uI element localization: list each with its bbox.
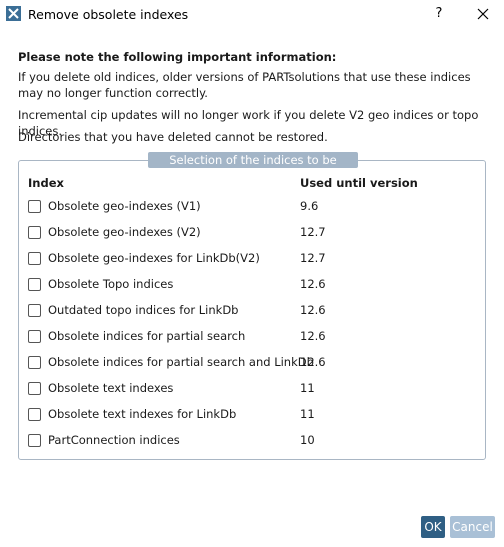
index-label: Obsolete text indexes <box>48 381 174 395</box>
index-label: Obsolete text indexes for LinkDb <box>48 407 237 421</box>
version-value: 12.7 <box>300 251 326 265</box>
index-row[interactable]: Obsolete geo-indexes (V1) 9.6 <box>28 197 478 217</box>
checkbox[interactable] <box>28 226 41 239</box>
version-value: 12.7 <box>300 225 326 239</box>
index-label: Obsolete geo-indexes for LinkDb(V2) <box>48 251 260 265</box>
column-header-version: Used until version <box>300 176 418 190</box>
index-row[interactable]: Obsolete indices for partial search 12.6 <box>28 327 478 347</box>
notice-line-1: If you delete old indices, older version… <box>18 70 471 100</box>
index-label: Obsolete indices for partial search <box>48 329 246 343</box>
checkbox[interactable] <box>28 304 41 317</box>
index-row[interactable]: Obsolete indices for partial search and … <box>28 353 478 373</box>
checkbox[interactable] <box>28 278 41 291</box>
ok-button[interactable]: OK <box>421 516 445 538</box>
version-value: 12.6 <box>300 303 326 317</box>
version-value: 11 <box>300 407 315 421</box>
cancel-button[interactable]: Cancel <box>450 516 495 538</box>
version-value: 12.6 <box>300 277 326 291</box>
index-row[interactable]: Obsolete Topo indices 12.6 <box>28 275 478 295</box>
checkbox[interactable] <box>28 408 41 421</box>
index-row[interactable]: Outdated topo indices for LinkDb 12.6 <box>28 301 478 321</box>
group-title: Selection of the indices to be deleted <box>148 152 358 183</box>
window-title: Remove obsolete indexes <box>28 7 189 22</box>
version-value: 9.6 <box>300 199 319 213</box>
index-label: Obsolete geo-indexes (V1) <box>48 199 201 213</box>
checkbox[interactable] <box>28 200 41 213</box>
index-label: Obsolete Topo indices <box>48 277 174 291</box>
index-label: Obsolete indices for partial search and … <box>48 355 314 369</box>
notice-line-3: Directories that you have deleted cannot… <box>18 130 328 144</box>
column-header-index: Index <box>28 176 64 190</box>
index-row[interactable]: Obsolete geo-indexes (V2) 12.7 <box>28 223 478 243</box>
version-value: 12.6 <box>300 355 326 369</box>
index-label: Obsolete geo-indexes (V2) <box>48 225 201 239</box>
index-row[interactable]: Obsolete text indexes for LinkDb 11 <box>28 405 478 425</box>
checkbox[interactable] <box>28 382 41 395</box>
index-label: Outdated topo indices for LinkDb <box>48 303 239 317</box>
checkbox[interactable] <box>28 252 41 265</box>
checkbox[interactable] <box>28 330 41 343</box>
close-icon[interactable] <box>474 5 492 23</box>
version-value: 11 <box>300 381 315 395</box>
checkbox[interactable] <box>28 434 41 447</box>
index-row[interactable]: PartConnection indices 10 <box>28 431 478 451</box>
notice-heading: Please note the following important info… <box>18 50 337 64</box>
version-value: 12.6 <box>300 329 326 343</box>
index-label: PartConnection indices <box>48 433 180 447</box>
title-bar: Remove obsolete indexes ? <box>0 0 504 30</box>
version-value: 10 <box>300 433 315 447</box>
index-row[interactable]: Obsolete geo-indexes for LinkDb(V2) 12.7 <box>28 249 478 269</box>
help-button[interactable]: ? <box>430 4 448 24</box>
app-tools-icon <box>6 6 21 21</box>
index-row[interactable]: Obsolete text indexes 11 <box>28 379 478 399</box>
checkbox[interactable] <box>28 356 41 369</box>
